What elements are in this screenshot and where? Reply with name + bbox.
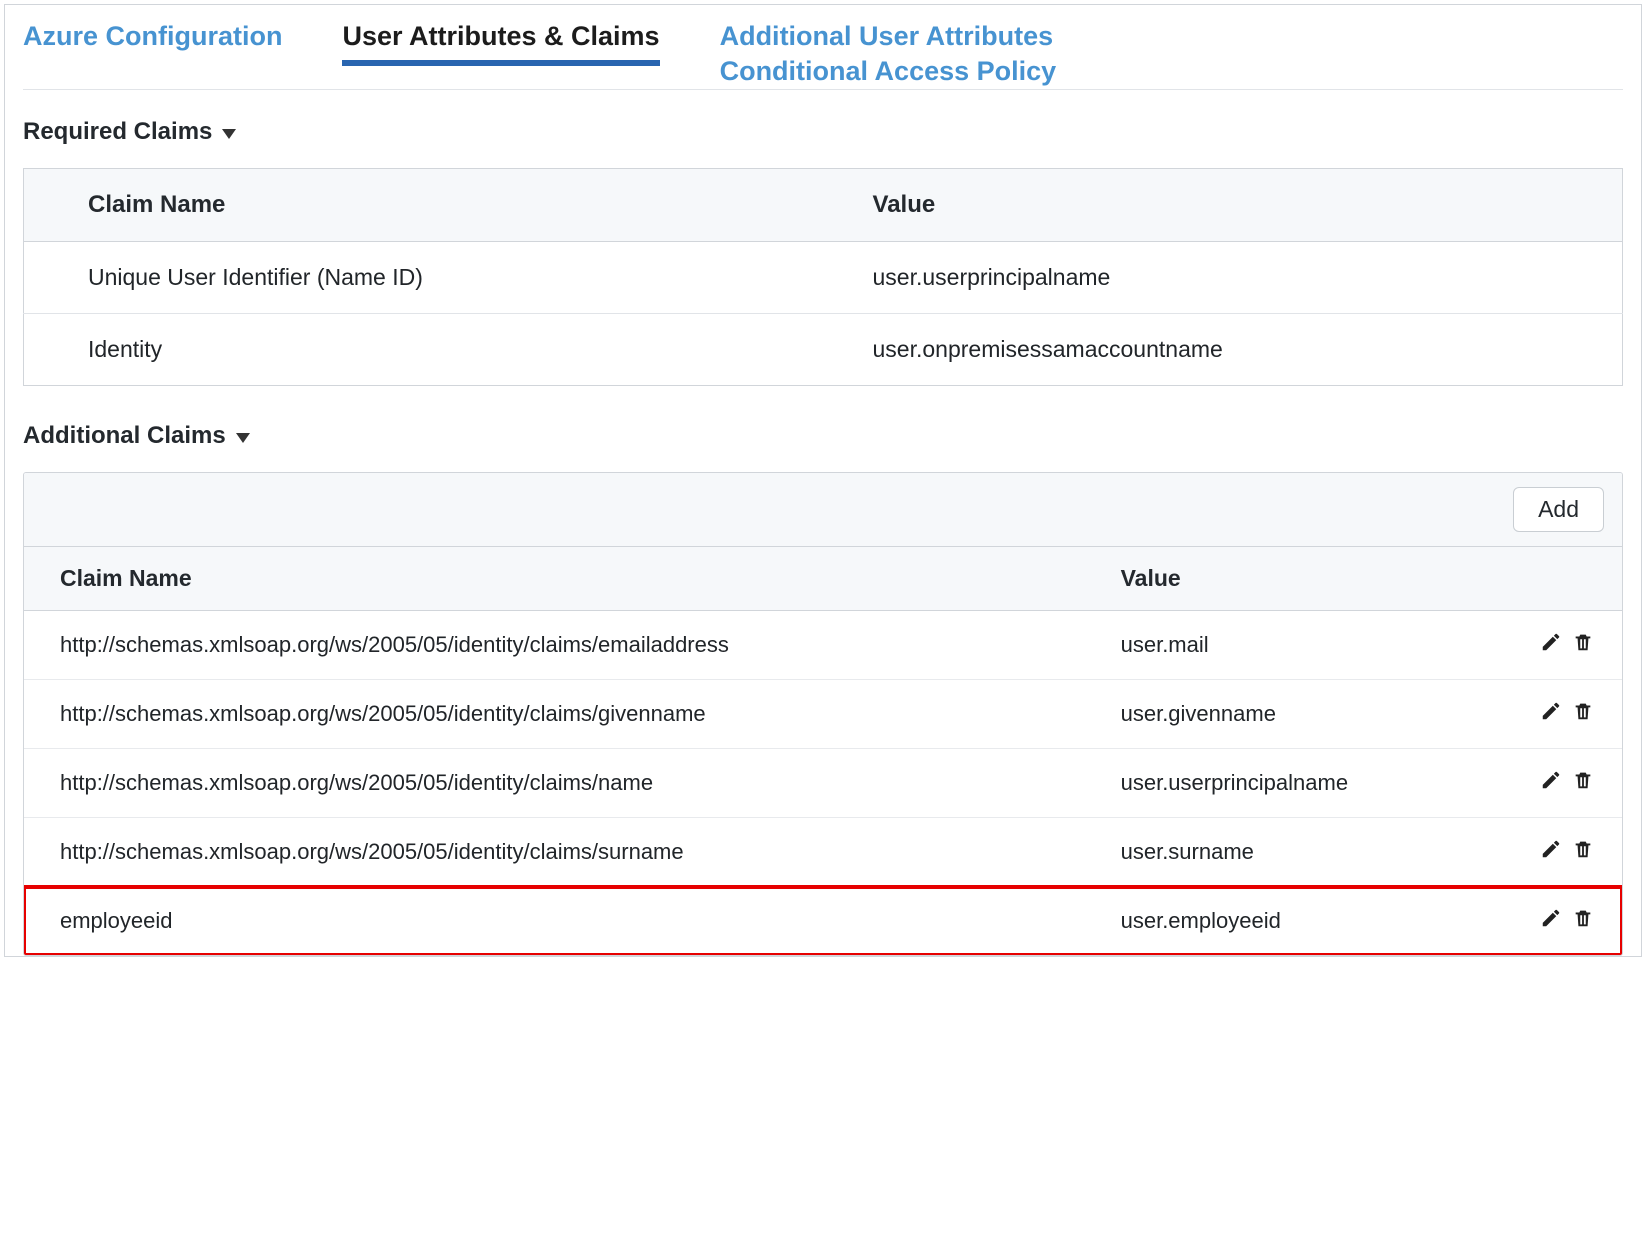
claim-value-cell: user.givenname — [1085, 680, 1494, 749]
claim-name-cell: http://schemas.xmlsoap.org/ws/2005/05/id… — [24, 749, 1085, 818]
column-header-claim-name: Claim Name — [24, 547, 1085, 611]
delete-icon[interactable] — [1572, 631, 1594, 653]
additional-claims-panel: Add Claim Name Value http://schemas.xmls… — [23, 472, 1623, 956]
column-header-value: Value — [809, 169, 1623, 242]
additional-claims-label: Additional Claims — [23, 422, 226, 450]
row-actions — [1494, 749, 1622, 818]
table-row: http://schemas.xmlsoap.org/ws/2005/05/id… — [24, 680, 1622, 749]
column-header-value: Value — [1085, 547, 1494, 611]
claim-value-cell: user.mail — [1085, 611, 1494, 680]
additional-claims-table: Claim Name Value http://schemas.xmlsoap.… — [24, 547, 1622, 955]
config-panel: Azure Configuration User Attributes & Cl… — [4, 4, 1642, 957]
claim-value-cell: user.onpremisessamaccountname — [809, 314, 1623, 386]
delete-icon[interactable] — [1572, 838, 1594, 860]
claim-name-cell: employeeid — [24, 887, 1085, 956]
additional-claims-toolbar: Add — [24, 473, 1622, 547]
claim-name-cell: http://schemas.xmlsoap.org/ws/2005/05/id… — [24, 680, 1085, 749]
required-claims-table: Claim Name Value Unique User Identifier … — [23, 168, 1623, 386]
claim-value-cell: user.userprincipalname — [1085, 749, 1494, 818]
tab-conditional-access-policy[interactable]: Conditional Access Policy — [720, 52, 1057, 87]
claim-value-cell: user.surname — [1085, 818, 1494, 887]
table-row: Identityuser.onpremisessamaccountname — [24, 314, 1623, 386]
row-actions — [1494, 611, 1622, 680]
claim-name-cell: Unique User Identifier (Name ID) — [24, 242, 809, 314]
additional-claims-toggle[interactable]: Additional Claims — [23, 422, 1623, 450]
delete-icon[interactable] — [1572, 700, 1594, 722]
add-claim-button[interactable]: Add — [1513, 487, 1604, 532]
chevron-down-icon — [236, 433, 250, 443]
tab-user-attributes-claims[interactable]: User Attributes & Claims — [342, 17, 659, 66]
claim-name-cell: http://schemas.xmlsoap.org/ws/2005/05/id… — [24, 818, 1085, 887]
delete-icon[interactable] — [1572, 907, 1594, 929]
table-row: http://schemas.xmlsoap.org/ws/2005/05/id… — [24, 611, 1622, 680]
required-claims-label: Required Claims — [23, 118, 212, 146]
row-actions — [1494, 887, 1622, 956]
tab-bar: Azure Configuration User Attributes & Cl… — [23, 17, 1623, 90]
column-header-actions — [1494, 547, 1622, 611]
table-row: Unique User Identifier (Name ID)user.use… — [24, 242, 1623, 314]
claim-name-cell: Identity — [24, 314, 809, 386]
edit-icon[interactable] — [1540, 631, 1562, 653]
edit-icon[interactable] — [1540, 838, 1562, 860]
row-actions — [1494, 680, 1622, 749]
table-row: http://schemas.xmlsoap.org/ws/2005/05/id… — [24, 749, 1622, 818]
claim-name-cell: http://schemas.xmlsoap.org/ws/2005/05/id… — [24, 611, 1085, 680]
delete-icon[interactable] — [1572, 769, 1594, 791]
chevron-down-icon — [222, 129, 236, 139]
edit-icon[interactable] — [1540, 700, 1562, 722]
tab-azure-configuration[interactable]: Azure Configuration — [23, 17, 282, 60]
claim-value-cell: user.employeeid — [1085, 887, 1494, 956]
row-actions — [1494, 818, 1622, 887]
tab-additional-user-attributes[interactable]: Additional User Attributes — [720, 17, 1057, 52]
edit-icon[interactable] — [1540, 907, 1562, 929]
table-row: employeeiduser.employeeid — [24, 887, 1622, 956]
required-claims-toggle[interactable]: Required Claims — [23, 118, 1623, 146]
column-header-claim-name: Claim Name — [24, 169, 809, 242]
claim-value-cell: user.userprincipalname — [809, 242, 1623, 314]
table-row: http://schemas.xmlsoap.org/ws/2005/05/id… — [24, 818, 1622, 887]
edit-icon[interactable] — [1540, 769, 1562, 791]
